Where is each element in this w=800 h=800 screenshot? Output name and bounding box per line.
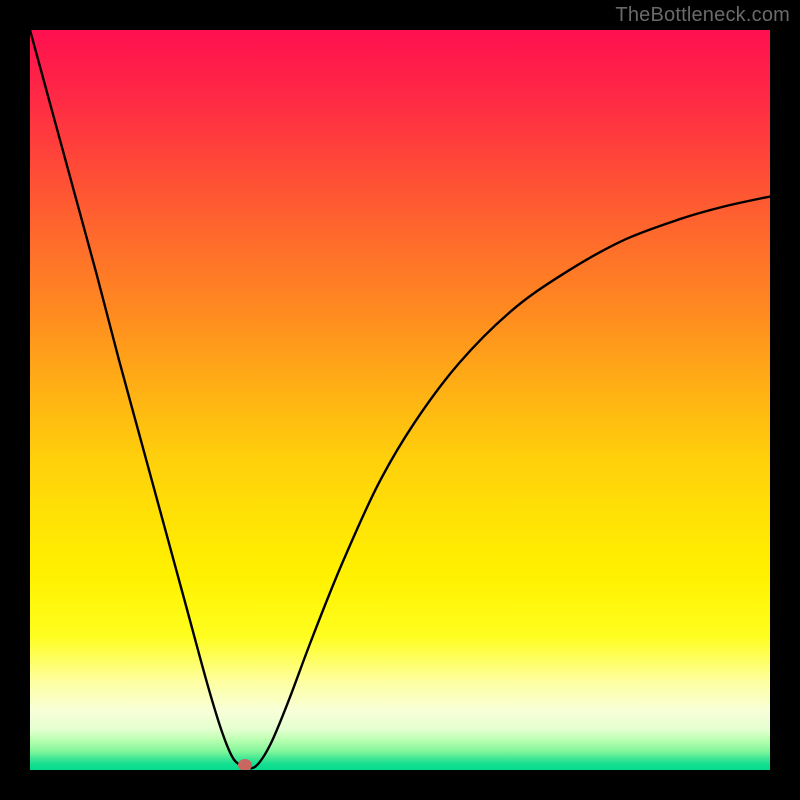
optimum-marker: [238, 759, 252, 770]
bottleneck-curve: [30, 30, 770, 768]
chart-frame: TheBottleneck.com: [0, 0, 800, 800]
plot-area: [30, 30, 770, 770]
attribution-label: TheBottleneck.com: [615, 4, 790, 27]
curve-layer: [30, 30, 770, 770]
